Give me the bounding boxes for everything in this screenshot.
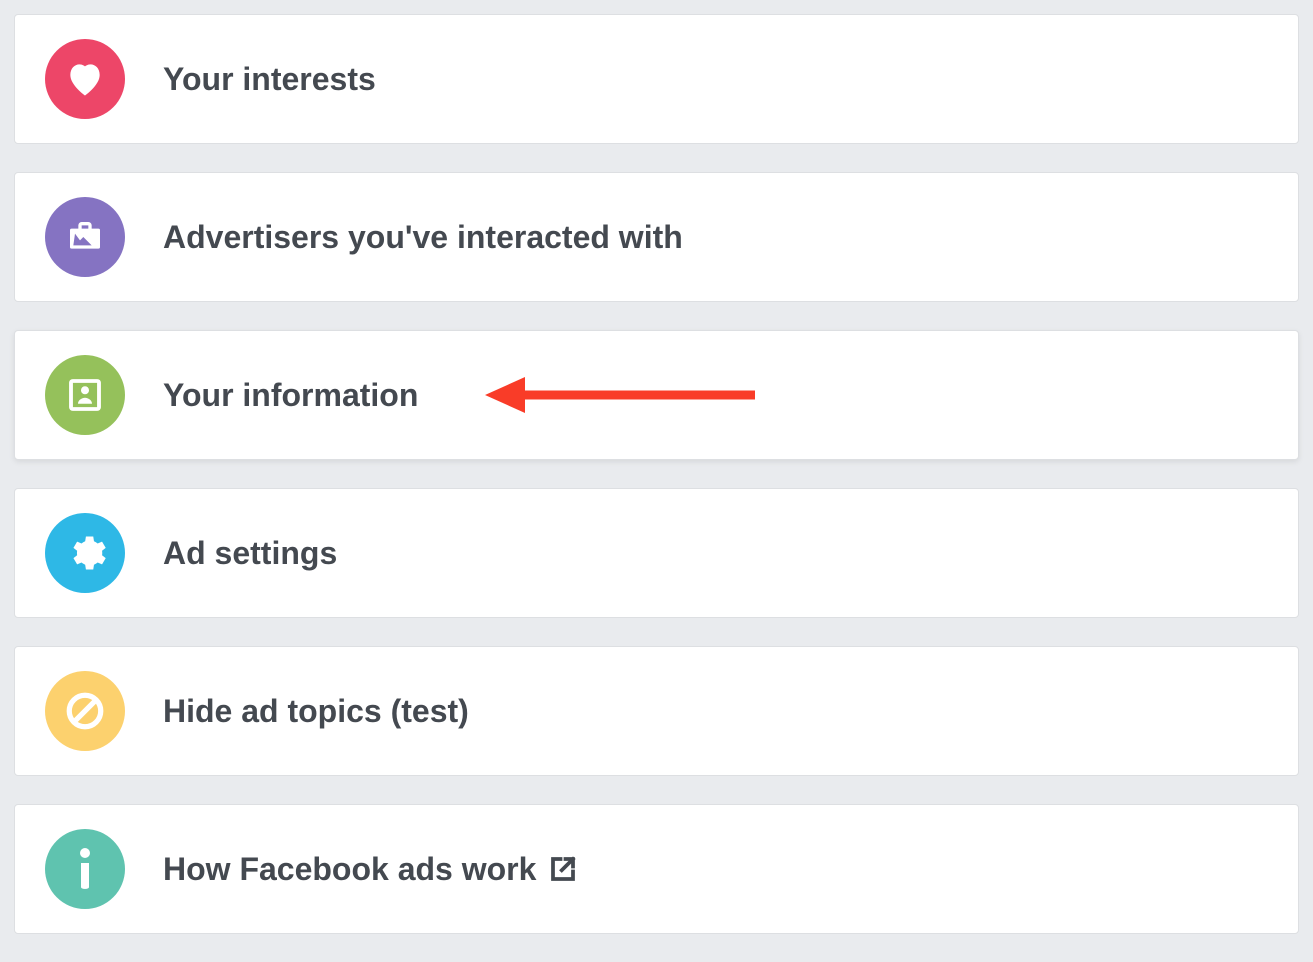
settings-item-label: Ad settings: [163, 535, 337, 572]
settings-item-label: How Facebook ads work: [163, 851, 578, 888]
annotation-arrow-icon: [485, 367, 765, 423]
settings-item-how-ads-work[interactable]: How Facebook ads work: [14, 804, 1299, 934]
settings-list: Your interests Advertisers you've intera…: [0, 14, 1313, 934]
settings-item-label: Hide ad topics (test): [163, 693, 469, 730]
heart-icon: [45, 39, 125, 119]
settings-item-your-interests[interactable]: Your interests: [14, 14, 1299, 144]
settings-item-label: Your information: [163, 377, 418, 414]
settings-item-label: Advertisers you've interacted with: [163, 219, 683, 256]
settings-item-hide-ad-topics[interactable]: Hide ad topics (test): [14, 646, 1299, 776]
external-link-icon: [548, 854, 578, 884]
settings-item-advertisers[interactable]: Advertisers you've interacted with: [14, 172, 1299, 302]
settings-item-label-text: How Facebook ads work: [163, 851, 536, 888]
prohibit-icon: [45, 671, 125, 751]
info-icon: [45, 829, 125, 909]
settings-item-label: Your interests: [163, 61, 376, 98]
settings-item-ad-settings[interactable]: Ad settings: [14, 488, 1299, 618]
settings-item-your-information[interactable]: Your information: [14, 330, 1299, 460]
profile-icon: [45, 355, 125, 435]
briefcase-icon: [45, 197, 125, 277]
gear-icon: [45, 513, 125, 593]
